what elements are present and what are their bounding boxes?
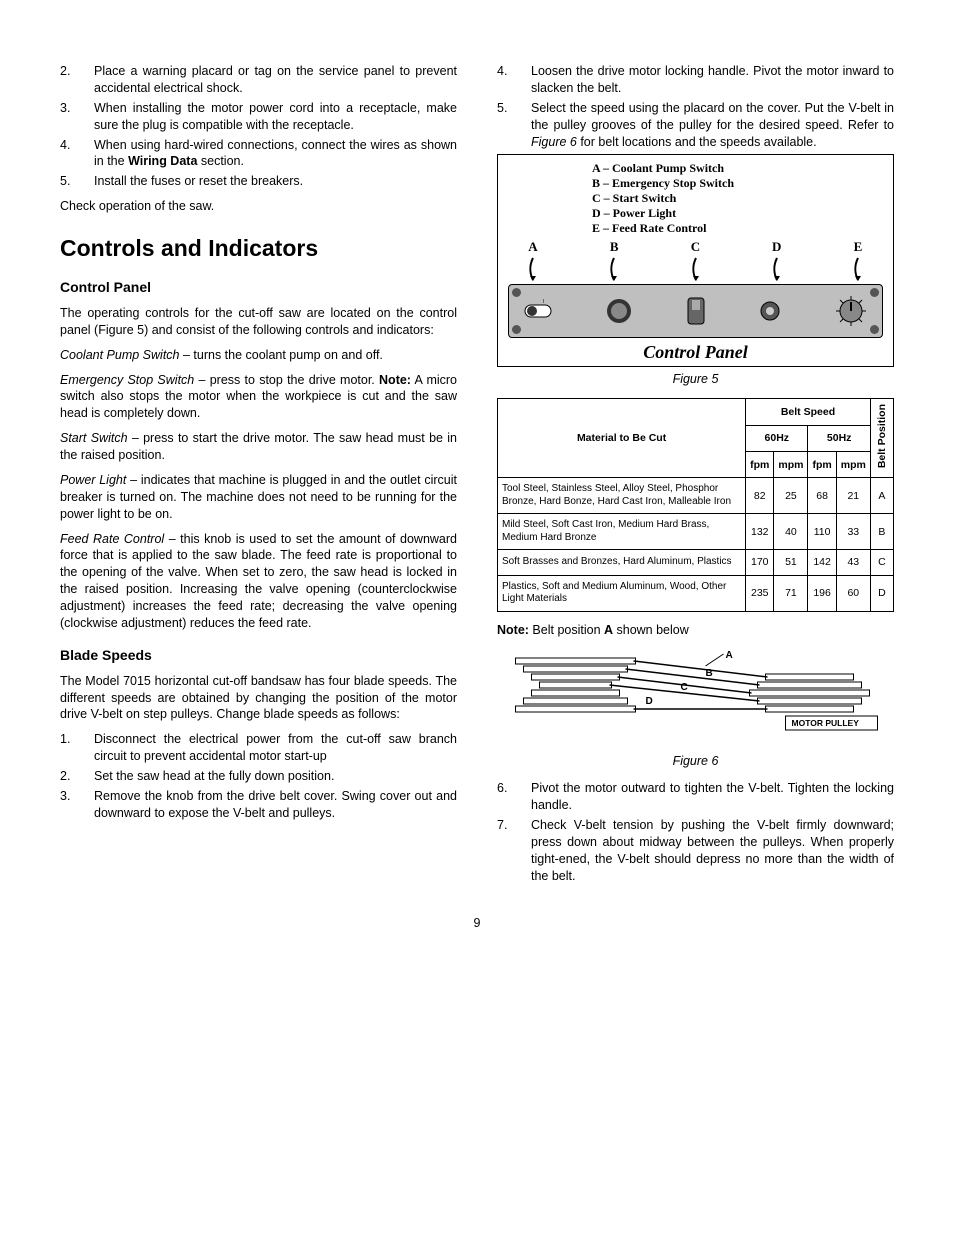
th-material: Material to Be Cut <box>498 399 746 478</box>
power-light-icon <box>759 300 781 322</box>
list-marker: 1. <box>60 731 94 765</box>
th-60hz: 60Hz <box>746 425 808 451</box>
coolant-pump-switch-desc: Coolant Pump Switch – turns the coolant … <box>60 347 457 364</box>
th-mpm: mpm <box>836 451 870 477</box>
figure-5-arrows: A B C D E <box>502 236 889 282</box>
list-marker: 2. <box>60 768 94 785</box>
arrow-icon <box>526 256 540 282</box>
list-marker: 6. <box>497 780 531 814</box>
power-light-desc: Power Light – indicates that machine is … <box>60 472 457 523</box>
list-text: Remove the knob from the drive belt cove… <box>94 788 457 822</box>
list-marker: 7. <box>497 817 531 885</box>
svg-text:MOTOR PULLEY: MOTOR PULLEY <box>792 718 860 728</box>
list-text: When installing the motor power cord int… <box>94 100 457 134</box>
list-text: When using hard-wired connections, conne… <box>94 137 457 171</box>
svg-text:C: C <box>681 682 688 693</box>
feed-rate-desc: Feed Rate Control – this knob is used to… <box>60 531 457 632</box>
figure-5-legend: A – Coolant Pump Switch B – Emergency St… <box>502 161 889 236</box>
svg-text:A: A <box>726 650 733 661</box>
list-marker: 3. <box>60 100 94 134</box>
list-text: Install the fuses or reset the breakers. <box>94 173 457 190</box>
belt-speed-table: Material to Be Cut Belt Speed Belt Posit… <box>497 398 894 612</box>
right-column: 4.Loosen the drive motor locking handle.… <box>497 60 894 887</box>
start-button-icon <box>686 296 706 326</box>
th-mpm: mpm <box>774 451 808 477</box>
figure-5: A – Coolant Pump Switch B – Emergency St… <box>497 154 894 367</box>
list-marker: 4. <box>497 63 531 97</box>
blade-speeds-intro: The Model 7015 horizontal cut-off bandsa… <box>60 673 457 724</box>
th-belt-position: Belt Position <box>870 399 893 478</box>
arrow-icon <box>689 256 703 282</box>
arrow-icon <box>770 256 784 282</box>
figure-5-caption: Figure 5 <box>497 371 894 388</box>
figure-6: A B C D MOTOR PULLEY <box>497 644 894 749</box>
th-fpm: fpm <box>746 451 774 477</box>
list-marker: 5. <box>60 173 94 190</box>
list-marker: 2. <box>60 63 94 97</box>
right-top-list: 4.Loosen the drive motor locking handle.… <box>497 63 894 150</box>
list-text: Disconnect the electrical power from the… <box>94 731 457 765</box>
stop-button-icon <box>606 298 632 324</box>
emergency-stop-desc: Emergency Stop Switch – press to stop th… <box>60 372 457 423</box>
list-marker: 5. <box>497 100 531 151</box>
list-text: Check V-belt tension by pushing the V-be… <box>531 817 894 885</box>
table-row: Tool Steel, Stainless Steel, Alloy Steel… <box>498 478 894 514</box>
list-text: Pivot the motor outward to tighten the V… <box>531 780 894 814</box>
feed-rate-knob-icon <box>834 294 868 328</box>
left-column: 2.Place a warning placard or tag on the … <box>60 60 457 887</box>
list-text: Set the saw head at the fully down posit… <box>94 768 457 785</box>
svg-text:I: I <box>543 299 544 305</box>
list-marker: 4. <box>60 137 94 171</box>
arrow-icon <box>851 256 865 282</box>
th-50hz: 50Hz <box>808 425 870 451</box>
th-belt-speed: Belt Speed <box>746 399 871 425</box>
right-bottom-list: 6.Pivot the motor outward to tighten the… <box>497 780 894 884</box>
start-switch-desc: Start Switch – press to start the drive … <box>60 430 457 464</box>
heading-control-panel: Control Panel <box>60 278 457 297</box>
toggle-switch-icon: I <box>523 297 553 325</box>
list-text: Select the speed using the placard on th… <box>531 100 894 151</box>
table-row: Mild Steel, Soft Cast Iron, Medium Hard … <box>498 514 894 550</box>
list-marker: 3. <box>60 788 94 822</box>
belt-position-note: Note: Belt position A shown below <box>497 622 894 639</box>
svg-text:D: D <box>646 696 653 707</box>
table-row: Soft Brasses and Bronzes, Hard Aluminum,… <box>498 550 894 575</box>
heading-blade-speeds: Blade Speeds <box>60 646 457 665</box>
arrow-icon <box>607 256 621 282</box>
page-number: 9 <box>60 915 894 932</box>
check-operation: Check operation of the saw. <box>60 198 457 215</box>
control-panel-graphic: I <box>508 284 883 338</box>
blade-speed-list: 1.Disconnect the electrical power from t… <box>60 731 457 821</box>
heading-controls-indicators: Controls and Indicators <box>60 233 457 264</box>
pulley-diagram-icon: A B C D MOTOR PULLEY <box>497 644 894 744</box>
list-text: Place a warning placard or tag on the se… <box>94 63 457 97</box>
list-text: Loosen the drive motor locking handle. P… <box>531 63 894 97</box>
control-panel-intro: The operating controls for the cut-off s… <box>60 305 457 339</box>
svg-text:B: B <box>706 668 713 679</box>
control-panel-label: Control Panel <box>502 340 889 364</box>
th-fpm: fpm <box>808 451 836 477</box>
figure-6-caption: Figure 6 <box>497 753 894 770</box>
table-row: Plastics, Soft and Medium Aluminum, Wood… <box>498 575 894 611</box>
left-top-list: 2.Place a warning placard or tag on the … <box>60 63 457 190</box>
